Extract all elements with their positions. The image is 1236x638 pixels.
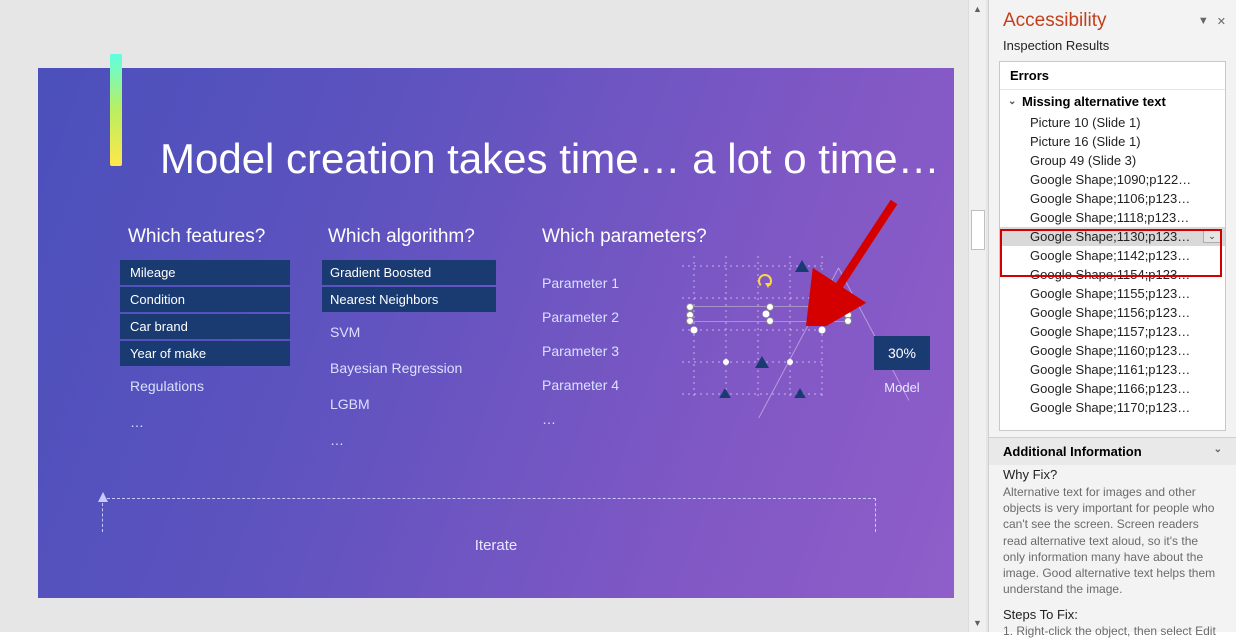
iterate-label: Iterate [38, 537, 954, 554]
pane-menu-icon[interactable]: ▼ [1198, 15, 1209, 27]
heading-features[interactable]: Which features? [128, 226, 265, 248]
scroll-thumb[interactable] [971, 210, 985, 250]
error-item[interactable]: Google Shape;1156;p123… [1000, 303, 1225, 322]
slide-title[interactable]: Model creation takes time… a lot o time… [160, 135, 940, 183]
error-item-label: Google Shape;1106;p123… [1030, 191, 1190, 206]
slide-scrollbar[interactable]: ▲ ▼ [968, 0, 986, 632]
error-item-label: Google Shape;1160;p123… [1030, 343, 1190, 358]
chevron-down-icon: ⌄ [1008, 96, 1022, 107]
feature-item[interactable]: Car brand [120, 314, 290, 339]
parameter-item[interactable]: Parameter 1 [542, 266, 672, 300]
slide-editor: Model creation takes time… a lot o time…… [0, 0, 988, 632]
error-item-label: Picture 16 (Slide 1) [1030, 134, 1141, 149]
parameter-item[interactable]: Parameter 3 [542, 334, 672, 368]
resize-handle[interactable] [686, 317, 694, 325]
steps-to-fix-label: Steps To Fix: [989, 603, 1236, 624]
algorithm-item[interactable]: Nearest Neighbors [322, 287, 496, 312]
error-item-label: Google Shape;1166;p123… [1030, 381, 1190, 396]
parameter-item[interactable]: Parameter 4 [542, 368, 672, 402]
errors-heading: Errors [1000, 62, 1225, 90]
inspection-results-label: Inspection Results [989, 36, 1236, 59]
heading-algorithm[interactable]: Which algorithm? [328, 226, 475, 248]
iterate-bracket [102, 498, 876, 532]
error-item-selected[interactable]: Google Shape;1130;p123… ⌄ [1000, 227, 1225, 246]
resize-handle[interactable] [766, 317, 774, 325]
additional-info-label: Additional Information [1003, 444, 1142, 459]
pane-title: Accessibility [1003, 10, 1190, 32]
chevron-down-icon: ⌄ [1214, 444, 1222, 459]
error-item[interactable]: Google Shape;1106;p123… [1000, 189, 1225, 208]
error-item[interactable]: Google Shape;1142;p123… [1000, 246, 1225, 265]
model-percent: 30% [888, 345, 916, 361]
algorithm-list: Gradient Boosted Nearest Neighbors SVM B… [322, 260, 496, 458]
error-item-label: Google Shape;1154;p123… [1030, 267, 1190, 282]
parameter-item[interactable]: … [542, 402, 672, 436]
error-category-label: Missing alternative text [1022, 94, 1166, 109]
error-item[interactable]: Google Shape;1166;p123… [1000, 379, 1225, 398]
close-icon[interactable]: ✕ [1217, 15, 1226, 28]
grid-svg [682, 256, 826, 398]
slide-canvas[interactable]: Model creation takes time… a lot o time…… [38, 68, 954, 598]
error-item[interactable]: Google Shape;1154;p123… [1000, 265, 1225, 284]
error-item-label: Google Shape;1090;p122… [1030, 172, 1191, 187]
steps-to-fix-item: 1. Right-click the object, then select E… [989, 624, 1236, 638]
accessibility-pane: Accessibility ▼ ✕ Inspection Results Err… [988, 0, 1236, 632]
heading-parameters[interactable]: Which parameters? [542, 226, 707, 248]
item-dropdown-icon[interactable]: ⌄ [1203, 230, 1221, 243]
feature-item[interactable]: … [120, 404, 290, 440]
error-item[interactable]: Google Shape;1090;p122… [1000, 170, 1225, 189]
pane-header: Accessibility ▼ ✕ [989, 0, 1236, 36]
algorithm-item[interactable]: … [322, 422, 496, 458]
algorithm-item[interactable]: Gradient Boosted [322, 260, 496, 285]
error-item[interactable]: Google Shape;1170;p123… [1000, 398, 1225, 417]
iterate-arrowhead-icon [98, 492, 108, 502]
feature-item[interactable]: Year of make [120, 341, 290, 366]
errors-list: Errors ⌄ Missing alternative text Pictur… [999, 61, 1226, 431]
error-item-label: Picture 10 (Slide 1) [1030, 115, 1141, 130]
error-item[interactable]: Picture 16 (Slide 1) [1000, 132, 1225, 151]
model-percent-box[interactable]: 30% [874, 336, 930, 370]
error-item-label: Google Shape;1170;p123… [1030, 400, 1190, 415]
error-item-label: Google Shape;1130;p123… [1030, 229, 1190, 244]
parameter-item[interactable]: Parameter 2 [542, 300, 672, 334]
error-item-label: Google Shape;1118;p123… [1030, 210, 1189, 225]
error-item-label: Group 49 (Slide 3) [1030, 153, 1136, 168]
error-item-label: Google Shape;1142;p123… [1030, 248, 1190, 263]
error-item-label: Google Shape;1161;p123… [1030, 362, 1190, 377]
accent-bar [110, 54, 122, 166]
error-item-label: Google Shape;1156;p123… [1030, 305, 1190, 320]
scroll-up-icon[interactable]: ▲ [969, 0, 986, 18]
algorithm-item[interactable]: LGBM [322, 386, 496, 422]
why-fix-body: Alternative text for images and other ob… [989, 484, 1236, 603]
algorithm-item[interactable]: SVM [322, 314, 496, 350]
resize-handle[interactable] [766, 303, 774, 311]
error-item-label: Google Shape;1155;p123… [1030, 286, 1190, 301]
resize-handle[interactable] [844, 303, 852, 311]
feature-item[interactable]: Condition [120, 287, 290, 312]
error-item-label: Google Shape;1157;p123… [1030, 324, 1190, 339]
additional-info-header[interactable]: Additional Information ⌄ [989, 437, 1236, 465]
scroll-down-icon[interactable]: ▼ [969, 614, 986, 632]
error-item[interactable]: Google Shape;1157;p123… [1000, 322, 1225, 341]
error-item[interactable]: Google Shape;1118;p123… [1000, 208, 1225, 227]
rotate-handle[interactable] [758, 274, 772, 288]
feature-item[interactable]: Mileage [120, 260, 290, 285]
why-fix-label: Why Fix? [989, 465, 1236, 484]
error-item[interactable]: Group 49 (Slide 3) [1000, 151, 1225, 170]
error-item[interactable]: Picture 10 (Slide 1) [1000, 113, 1225, 132]
error-item[interactable]: Google Shape;1160;p123… [1000, 341, 1225, 360]
resize-handle[interactable] [844, 317, 852, 325]
error-category[interactable]: ⌄ Missing alternative text [1000, 90, 1225, 113]
feature-list: Mileage Condition Car brand Year of make… [120, 260, 290, 440]
parameter-grid[interactable] [682, 256, 826, 398]
algorithm-item[interactable]: Bayesian Regression [322, 350, 496, 386]
error-item[interactable]: Google Shape;1161;p123… [1000, 360, 1225, 379]
model-label: Model [874, 380, 930, 395]
resize-handle[interactable] [686, 303, 694, 311]
feature-item[interactable]: Regulations [120, 368, 290, 404]
parameter-list: Parameter 1 Parameter 2 Parameter 3 Para… [542, 266, 672, 436]
selection-box[interactable] [689, 306, 849, 322]
error-item[interactable]: Google Shape;1155;p123… [1000, 284, 1225, 303]
